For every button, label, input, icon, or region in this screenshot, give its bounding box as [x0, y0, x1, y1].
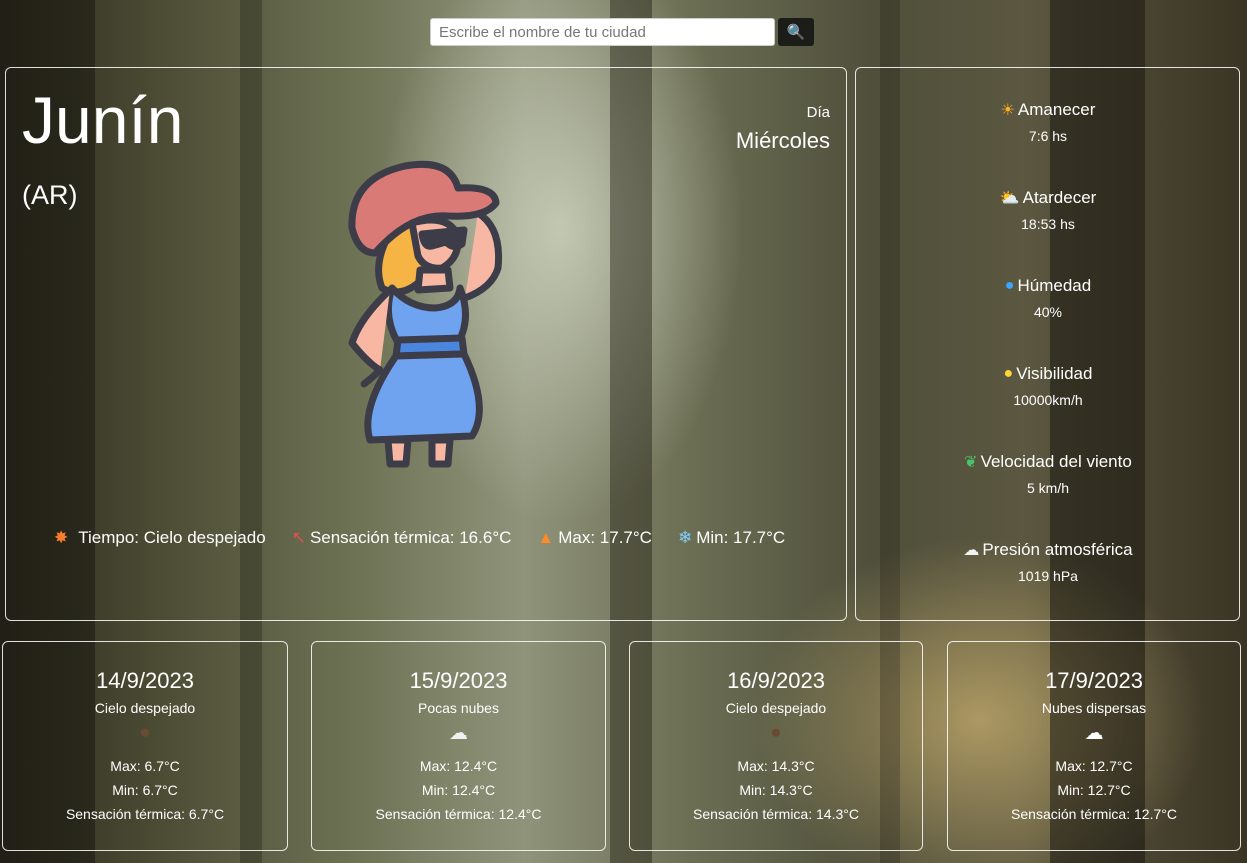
weather-condition: ✸ Tiempo: Cielo despejado [54, 528, 266, 548]
feels-like-label: Sensación térmica: 16.6°C [309, 528, 512, 547]
forecast-max: Max: 12.7°C [1055, 758, 1133, 774]
country-code: (AR) [22, 180, 78, 210]
feels-like: ↖ Sensación térmica: 16.6°C [292, 528, 512, 548]
detail-value: 40% [1033, 304, 1063, 320]
min-temp-label: Min: 17.7°C [696, 528, 786, 547]
flame-icon: ▲ [537, 528, 555, 547]
details-card [855, 67, 1240, 621]
forecast-date: 15/9/2023 [409, 668, 508, 693]
leaf-icon: ❦ [964, 454, 978, 471]
search-bar: 🔍 [430, 18, 814, 46]
city-search-input[interactable] [430, 18, 775, 46]
detail-title: Atardecer [1022, 188, 1097, 207]
forecast-max: Max: 12.4°C [419, 758, 498, 774]
detail-value: 7:6 hs [1028, 128, 1068, 144]
search-icon: 🔍 [786, 24, 806, 41]
max-temp-label: Max: 17.7°C [558, 528, 652, 547]
forecast-description: Cielo despejado [725, 700, 827, 716]
lightbulb-icon: ● [1003, 365, 1014, 382]
day-label: Día [806, 104, 830, 121]
detail-value: 18:53 hs [1021, 216, 1075, 232]
forecast-feels-like: Sensación térmica: 12.4°C [375, 806, 542, 822]
forecast-min: Min: 6.7°C [112, 782, 178, 798]
weather-condition-label: Tiempo: Cielo despejado [78, 528, 266, 547]
scattered-clouds-icon: ☁ [1084, 723, 1104, 744]
thermometer-icon: ↖ [291, 528, 306, 547]
forecast-description: Pocas nubes [418, 700, 499, 716]
max-temp: ▲ Max: 17.7°C [537, 528, 652, 548]
forecast-max: Max: 6.7°C [110, 758, 180, 774]
detail-value: 5 km/h [1026, 480, 1069, 496]
detail-title: Presión atmosférica [982, 540, 1133, 559]
forecast-description: Nubes dispersas [1041, 700, 1147, 716]
detail-title: Húmedad [1017, 276, 1092, 295]
clear-sky-icon: ● [139, 722, 151, 743]
cloud-icon: ☁ [963, 542, 980, 559]
snowflake-icon: ❄ [677, 528, 693, 547]
day-name: Miércoles [735, 128, 830, 153]
current-stats-row: ✸ Tiempo: Cielo despejado ↖ Sensación té… [54, 528, 811, 548]
detail-pressure: ☁ Presión atmosférica 1019 hPa [856, 540, 1240, 584]
forecast-max: Max: 14.3°C [737, 758, 815, 774]
detail-humidity: ● Húmedad 40% [856, 276, 1240, 320]
forecast-description: Cielo despejado [94, 700, 196, 716]
forecast-date: 16/9/2023 [727, 668, 825, 693]
forecast-card: 16/9/2023 Cielo despejado ● Max: 14.3°C … [629, 641, 923, 851]
forecast-min: Min: 12.7°C [1057, 782, 1131, 798]
city-name: Junín [22, 83, 184, 157]
detail-title: Visibilidad [1016, 364, 1093, 383]
forecast-feels-like: Sensación térmica: 14.3°C [693, 806, 859, 822]
detail-value: 10000km/h [1013, 392, 1083, 408]
search-button[interactable]: 🔍 [778, 18, 814, 46]
detail-title: Amanecer [1017, 100, 1096, 119]
min-temp: ❄ Min: 17.7°C [678, 528, 785, 548]
sun-icon: ✸ [54, 528, 69, 547]
forecast-date: 17/9/2023 [1045, 668, 1143, 693]
detail-title: Velocidad del viento [980, 452, 1132, 471]
forecast-card: 15/9/2023 Pocas nubes ☁ Max: 12.4°C Min:… [311, 641, 606, 851]
few-clouds-icon: ☁ [449, 723, 468, 744]
forecast-feels-like: Sensación térmica: 12.7°C [1011, 806, 1177, 822]
detail-visibility: ● Visibilidad 10000km/h [856, 364, 1240, 408]
sunset-icon: ⛅ [999, 190, 1020, 207]
forecast-card: 17/9/2023 Nubes dispersas ☁ Max: 12.7°C … [947, 641, 1241, 851]
forecast-feels-like: Sensación térmica: 6.7°C [65, 806, 225, 822]
detail-sunset: ⛅ Atardecer 18:53 hs [856, 188, 1240, 232]
weather-illustration [330, 158, 520, 478]
forecast-min: Min: 12.4°C [421, 782, 496, 798]
forecast-card: 14/9/2023 Cielo despejado ● Max: 6.7°C M… [2, 641, 288, 851]
detail-value: 1019 hPa [1018, 568, 1078, 584]
sunrise-icon: ☀ [1000, 102, 1015, 119]
forecast-date: 14/9/2023 [96, 668, 194, 693]
droplet-icon: ● [1004, 277, 1015, 294]
detail-sunrise: ☀ Amanecer 7:6 hs [856, 100, 1240, 144]
clear-sky-icon: ● [770, 722, 782, 743]
detail-wind: ❦ Velocidad del viento 5 km/h [856, 452, 1240, 496]
forecast-min: Min: 14.3°C [739, 782, 813, 798]
